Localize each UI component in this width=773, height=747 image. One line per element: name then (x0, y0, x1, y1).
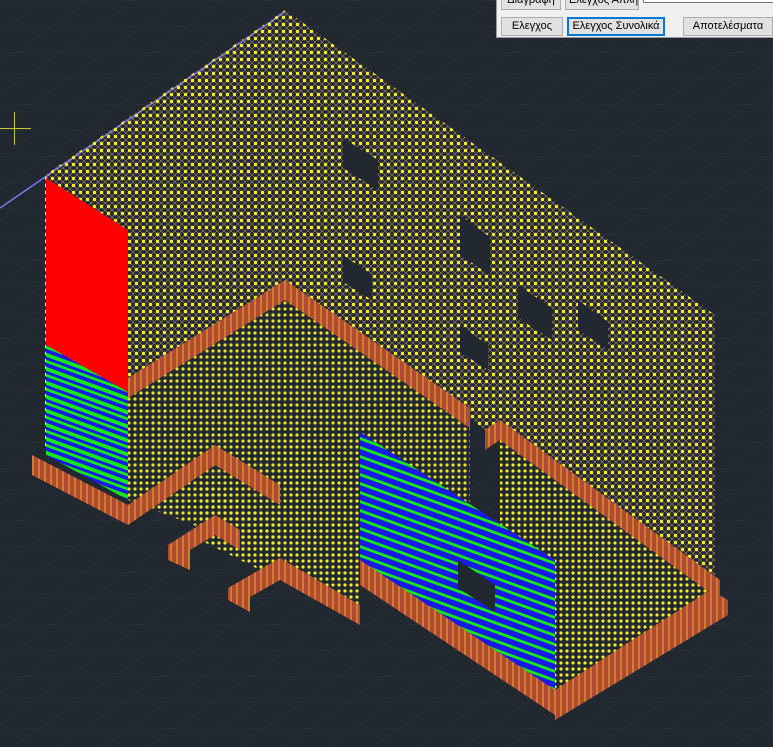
delete-button[interactable]: Διαγραφή (501, 0, 561, 10)
results-button[interactable]: Αποτελέσματα (683, 17, 773, 36)
cad-viewport[interactable] (0, 0, 773, 747)
check-button[interactable]: Ελεγχος (501, 17, 563, 36)
total-check-button[interactable]: Ελεγχος Συνολικά (567, 17, 665, 36)
tool-panel: Διαγραφή Ελεγχος Απλή Ελεγχος Ελεγχος Συ… (496, 0, 773, 38)
building-3d-model[interactable] (0, 0, 773, 747)
simple-check-button[interactable]: Ελεγχος Απλή (565, 0, 639, 10)
option-dropdown[interactable] (643, 0, 773, 3)
